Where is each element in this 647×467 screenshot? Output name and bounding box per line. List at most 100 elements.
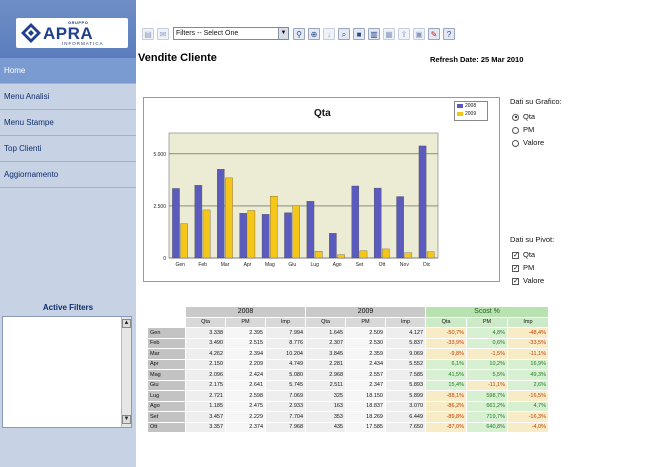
checkbox-label: PM — [523, 263, 535, 272]
chevron-down-icon: ▼ — [278, 28, 288, 39]
table-row[interactable]: Mar 4.262 2.394 10.204 3.845 2.359 9.069 -9,8% -… — [147, 348, 549, 360]
table-row[interactable]: Lug 2.721 2.598 7.069 325 18.150 5.899 -88,1% 59… — [147, 390, 549, 402]
bar-2009-Ago — [337, 254, 345, 259]
checkbox[interactable]: ✓ — [512, 277, 519, 285]
save-icon[interactable]: ■ — [353, 28, 365, 40]
help-icon[interactable]: ? — [443, 28, 455, 40]
table-cell: 2.434 — [345, 358, 386, 370]
sidebar-item-menu-stampe[interactable]: Menu Stampe — [0, 110, 136, 136]
active-filters-list[interactable]: ▲ ▼ — [2, 316, 132, 428]
row-label: Giu — [147, 379, 186, 391]
table-cell: 2.307 — [305, 337, 346, 349]
scost-cell: 49,3% — [507, 369, 549, 381]
table-cell: 3.338 — [185, 327, 226, 339]
bar-2008-Gen — [172, 188, 180, 259]
col-header: Qta — [425, 316, 467, 328]
tools-icon[interactable]: ✎ — [428, 28, 440, 40]
bar-2008-Ott — [373, 187, 382, 259]
table-cell: 8.776 — [265, 337, 306, 349]
checkbox[interactable]: ✓ — [512, 264, 519, 272]
legend-label: 2009 — [465, 111, 477, 117]
search-icon[interactable]: ⌕ — [338, 28, 350, 40]
table-row[interactable]: Ago 1.185 2.475 2.933 163 18.837 3.070 -86,2% 66… — [147, 400, 549, 412]
logo-subtitle: INFORMATICA — [62, 41, 104, 46]
scroll-up-button[interactable]: ▲ — [122, 319, 131, 328]
export-icon[interactable]: ⇪ — [398, 28, 410, 40]
x-tick-label: Feb — [198, 262, 207, 268]
bar-2008-Lug — [306, 201, 315, 259]
bar-2009-Mag — [270, 196, 278, 259]
radio-qta[interactable]: Qta — [510, 111, 647, 124]
table-cell: 4.262 — [185, 348, 226, 360]
scost-cell: 6,1% — [425, 358, 467, 370]
filters-scrollbar[interactable]: ▲ ▼ — [121, 317, 131, 427]
radio-button[interactable] — [512, 139, 519, 147]
filter-select[interactable]: Filters -- Select One ▼ — [173, 27, 289, 40]
table-cell: 2.721 — [185, 390, 226, 402]
table-cell: 2.395 — [225, 327, 266, 339]
scost-cell: 4,8% — [466, 327, 508, 339]
legend-swatch — [457, 103, 463, 108]
table-row[interactable]: Apr 2.150 2.209 4.749 2.281 2.434 5.552 6,1% 10,… — [147, 358, 549, 370]
table-icon[interactable]: ▦ — [383, 28, 395, 40]
row-label: Mag — [147, 369, 186, 381]
table-row[interactable]: Ott 3.357 2.374 7.968 435 17.585 7.650 -87,0% 64… — [147, 421, 549, 433]
table-cell: 7.069 — [265, 390, 306, 402]
radio-button[interactable] — [512, 126, 519, 134]
sidebar-item-home[interactable]: Home — [0, 58, 136, 84]
table-cell: 2.175 — [185, 379, 226, 391]
sidebar-item-aggiornamento[interactable]: Aggiornamento — [0, 162, 136, 188]
scroll-down-button[interactable]: ▼ — [122, 415, 131, 424]
apply-filter-icon[interactable]: ⚲ — [293, 28, 305, 40]
table-cell: 5.080 — [265, 369, 306, 381]
scost-cell: -87,0% — [425, 421, 467, 433]
checkbox-qta[interactable]: ✓ Qta — [510, 249, 647, 262]
legend-swatch — [457, 111, 463, 116]
checkbox-pm[interactable]: ✓ PM — [510, 262, 647, 275]
table-row[interactable]: Set 3.457 2.229 7.704 353 18.269 6.449 -89,8% 71… — [147, 411, 549, 423]
table-cell: 2.374 — [225, 421, 266, 433]
refresh-date: Refresh Date: 25 Mar 2010 — [430, 55, 524, 64]
table-cell: 2.598 — [225, 390, 266, 402]
y-tick-label: 2.500 — [153, 204, 166, 210]
drill-down-icon[interactable]: ↓ — [323, 28, 335, 40]
checkbox[interactable]: ✓ — [512, 251, 519, 259]
bar-2008-Mag — [261, 214, 270, 259]
table-row[interactable]: Gen 3.338 2.395 7.994 1.645 2.509 4.127 -50,7% 4… — [147, 327, 549, 339]
zoom-icon[interactable]: ⊕ — [308, 28, 320, 40]
table-cell: 2.347 — [345, 379, 386, 391]
table-row[interactable]: Giu 2.175 2.641 5.745 2.511 2.347 5.893 15,4% -1… — [147, 379, 549, 391]
scost-cell: 661,2% — [466, 400, 508, 412]
checkbox-valore[interactable]: ✓ Valore — [510, 275, 647, 288]
table-cell: 3.490 — [185, 337, 226, 349]
chart-icon[interactable]: ▥ — [368, 28, 380, 40]
table-row[interactable]: Mag 2.096 2.424 5.080 2.968 2.557 7.585 41,5% 5,… — [147, 369, 549, 381]
table-row[interactable]: Feb 3.490 2.515 8.776 2.307 2.530 5.837 -33,9% 0… — [147, 337, 549, 349]
print-icon[interactable]: ▤ — [142, 28, 154, 40]
scost-cell: -33,5% — [507, 337, 549, 349]
scost-cell: -33,9% — [425, 337, 467, 349]
bar-2009-Ott — [382, 248, 390, 259]
sidebar-menu: Home Menu Analisi Menu Stampe Top Client… — [0, 58, 136, 188]
scost-cell: 2,6% — [507, 379, 549, 391]
bar-2008-Feb — [194, 185, 203, 259]
x-tick-label: Mar — [221, 262, 230, 268]
col-header: PM — [225, 316, 266, 328]
grid-icon[interactable]: ▣ — [413, 28, 425, 40]
logo-area: GRUPPO APRA INFORMATICA — [0, 0, 136, 58]
x-tick-label: Apr — [244, 262, 252, 268]
legend-item-2009: 2009 — [455, 110, 487, 118]
radio-pm[interactable]: PM — [510, 124, 647, 137]
table-cell: 2.530 — [345, 337, 386, 349]
col-header: Imp — [385, 316, 426, 328]
email-icon[interactable]: ✉ — [157, 28, 169, 40]
sidebar-item-top-clienti[interactable]: Top Clienti — [0, 136, 136, 162]
radio-valore[interactable]: Valore — [510, 137, 647, 150]
radio-button[interactable] — [512, 113, 519, 121]
sidebar-item-menu-analisi[interactable]: Menu Analisi — [0, 84, 136, 110]
table-cell: 2.424 — [225, 369, 266, 381]
table-cell: 353 — [305, 411, 346, 423]
options-panel: Dati su Grafico: Qta PM Valore Dati su P… — [510, 97, 647, 288]
scost-cell: -89,8% — [425, 411, 467, 423]
bar-2009-Feb — [202, 209, 211, 259]
